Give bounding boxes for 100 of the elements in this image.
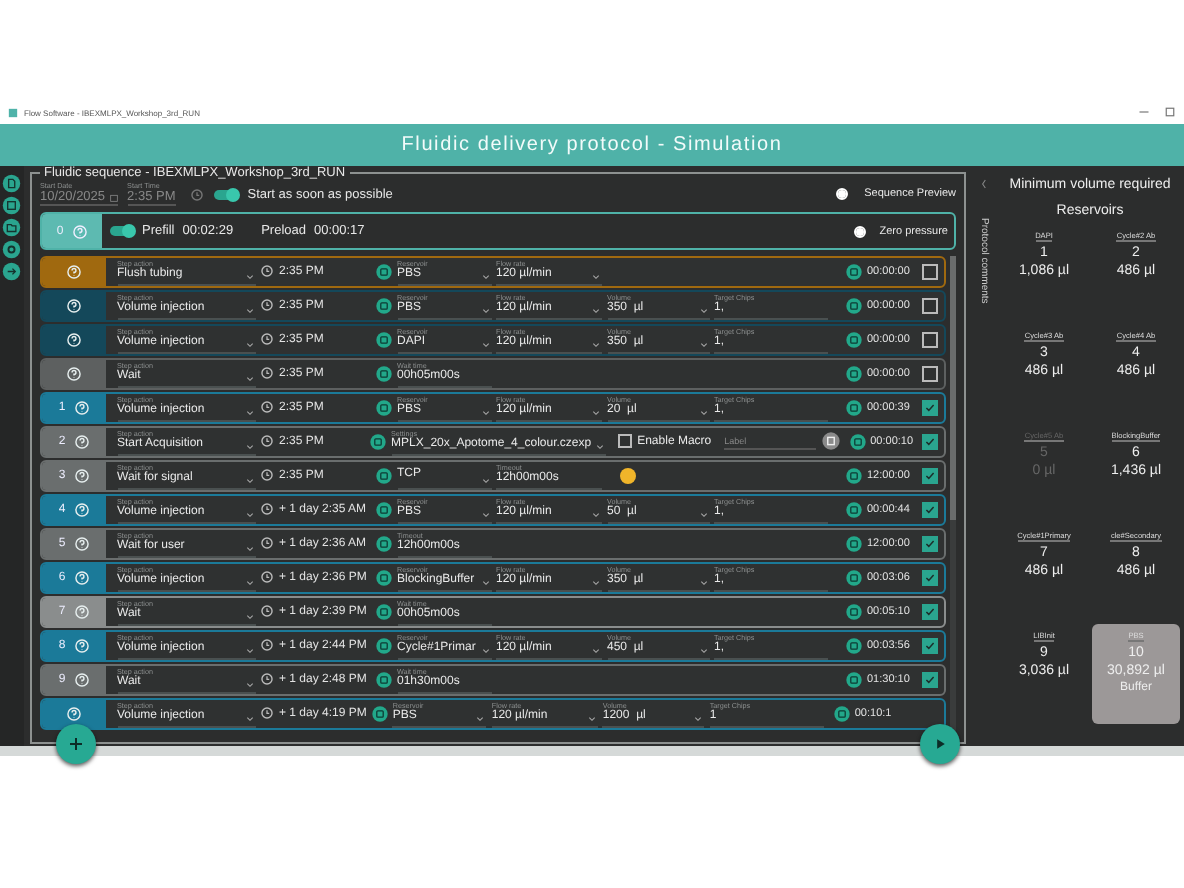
caret-icon[interactable] [245,273,253,279]
caret-icon[interactable] [699,341,707,347]
step-checkbox[interactable] [922,433,938,450]
alert-icon[interactable] [619,467,635,484]
caret-icon[interactable] [481,511,489,517]
valve-icon[interactable] [376,535,392,552]
caret-icon[interactable] [481,307,489,313]
valve-icon[interactable] [370,433,387,450]
caret-icon[interactable] [245,443,253,449]
caret-icon[interactable] [481,273,489,279]
export-icon[interactable] [2,262,22,281]
help-icon[interactable] [66,297,82,314]
caret-icon[interactable] [595,443,604,449]
macro-icon[interactable] [821,432,840,451]
folder-icon[interactable] [2,218,22,237]
help-icon[interactable] [73,467,90,484]
step-checkbox[interactable] [922,569,938,586]
step-checkbox[interactable] [922,263,938,280]
caret-icon[interactable] [245,511,253,517]
maximize-icon[interactable] [1164,106,1176,118]
settings-icon[interactable] [2,240,22,259]
chevron-left-icon[interactable] [980,178,988,190]
caret-icon[interactable] [245,477,253,483]
caret-icon[interactable] [245,307,253,313]
help-icon[interactable] [66,331,82,348]
help-icon[interactable] [73,535,90,552]
step-checkbox[interactable] [922,399,938,416]
caret-icon[interactable] [245,715,253,721]
help-icon[interactable] [73,501,90,518]
caret-icon[interactable] [245,545,253,551]
caret-icon[interactable] [592,647,600,653]
caret-icon[interactable] [694,715,703,721]
step-checkbox[interactable] [922,603,938,620]
caret-icon[interactable] [592,341,600,347]
asap-toggle[interactable] [213,189,238,199]
caret-icon[interactable] [481,579,489,585]
help-icon[interactable] [73,399,90,416]
macro-checkbox[interactable] [618,434,633,449]
prefill-toggle[interactable] [110,226,134,236]
caret-icon[interactable] [245,409,253,415]
valve-icon[interactable] [376,263,392,280]
step-checkbox[interactable] [922,365,938,382]
step-checkbox[interactable] [922,331,938,348]
step-checkbox[interactable] [922,671,938,688]
timer-icon [846,535,862,552]
valve-icon[interactable] [376,297,392,314]
caret-icon[interactable] [245,375,253,381]
caret-icon[interactable] [699,409,707,415]
valve-icon[interactable] [376,637,392,654]
calendar-icon[interactable] [109,193,118,201]
valve-icon[interactable] [371,705,388,722]
caret-icon[interactable] [699,307,707,313]
caret-icon[interactable] [592,409,600,415]
valve-icon[interactable] [376,467,392,484]
caret-icon[interactable] [245,613,253,619]
valve-icon[interactable] [376,399,392,416]
valve-icon[interactable] [376,603,392,620]
caret-icon[interactable] [245,681,253,687]
step-checkbox[interactable] [922,637,938,654]
step-checkbox[interactable] [922,297,938,314]
caret-icon[interactable] [245,647,253,653]
save-icon[interactable] [2,196,22,215]
preview-radio[interactable] [836,188,849,200]
clock-icon [189,187,204,201]
caret-icon[interactable] [699,579,707,585]
valve-icon[interactable] [376,331,392,348]
caret-icon[interactable] [481,477,489,483]
step-checkbox[interactable] [922,467,938,484]
caret-icon[interactable] [592,273,600,279]
help-icon[interactable] [73,637,90,654]
add-step-button[interactable] [56,724,96,764]
document-icon[interactable] [2,174,22,193]
help-icon[interactable] [66,365,82,382]
caret-icon[interactable] [481,409,489,415]
help-icon[interactable] [73,671,90,688]
valve-icon[interactable] [376,569,392,586]
valve-icon[interactable] [376,365,392,382]
step-checkbox[interactable] [922,535,938,552]
caret-icon[interactable] [587,715,596,721]
caret-icon[interactable] [481,647,489,653]
valve-icon[interactable] [376,501,392,518]
header-title: Fluidic delivery protocol - Simulation [401,134,783,156]
zero-pressure-radio[interactable] [853,225,866,237]
caret-icon[interactable] [699,647,707,653]
clock-icon [260,706,274,721]
help-icon[interactable] [66,263,82,280]
help-icon[interactable] [66,705,82,722]
caret-icon[interactable] [481,341,489,347]
caret-icon[interactable] [592,511,600,517]
caret-icon[interactable] [592,579,600,585]
caret-icon[interactable] [245,579,253,585]
help-icon[interactable] [73,569,90,586]
help-icon[interactable] [73,433,90,450]
caret-icon[interactable] [699,511,707,517]
caret-icon[interactable] [592,307,600,313]
caret-icon[interactable] [476,715,485,721]
step-checkbox[interactable] [922,501,938,518]
caret-icon[interactable] [245,341,253,347]
play-button[interactable] [920,724,960,764]
valve-icon[interactable] [376,671,392,688]
